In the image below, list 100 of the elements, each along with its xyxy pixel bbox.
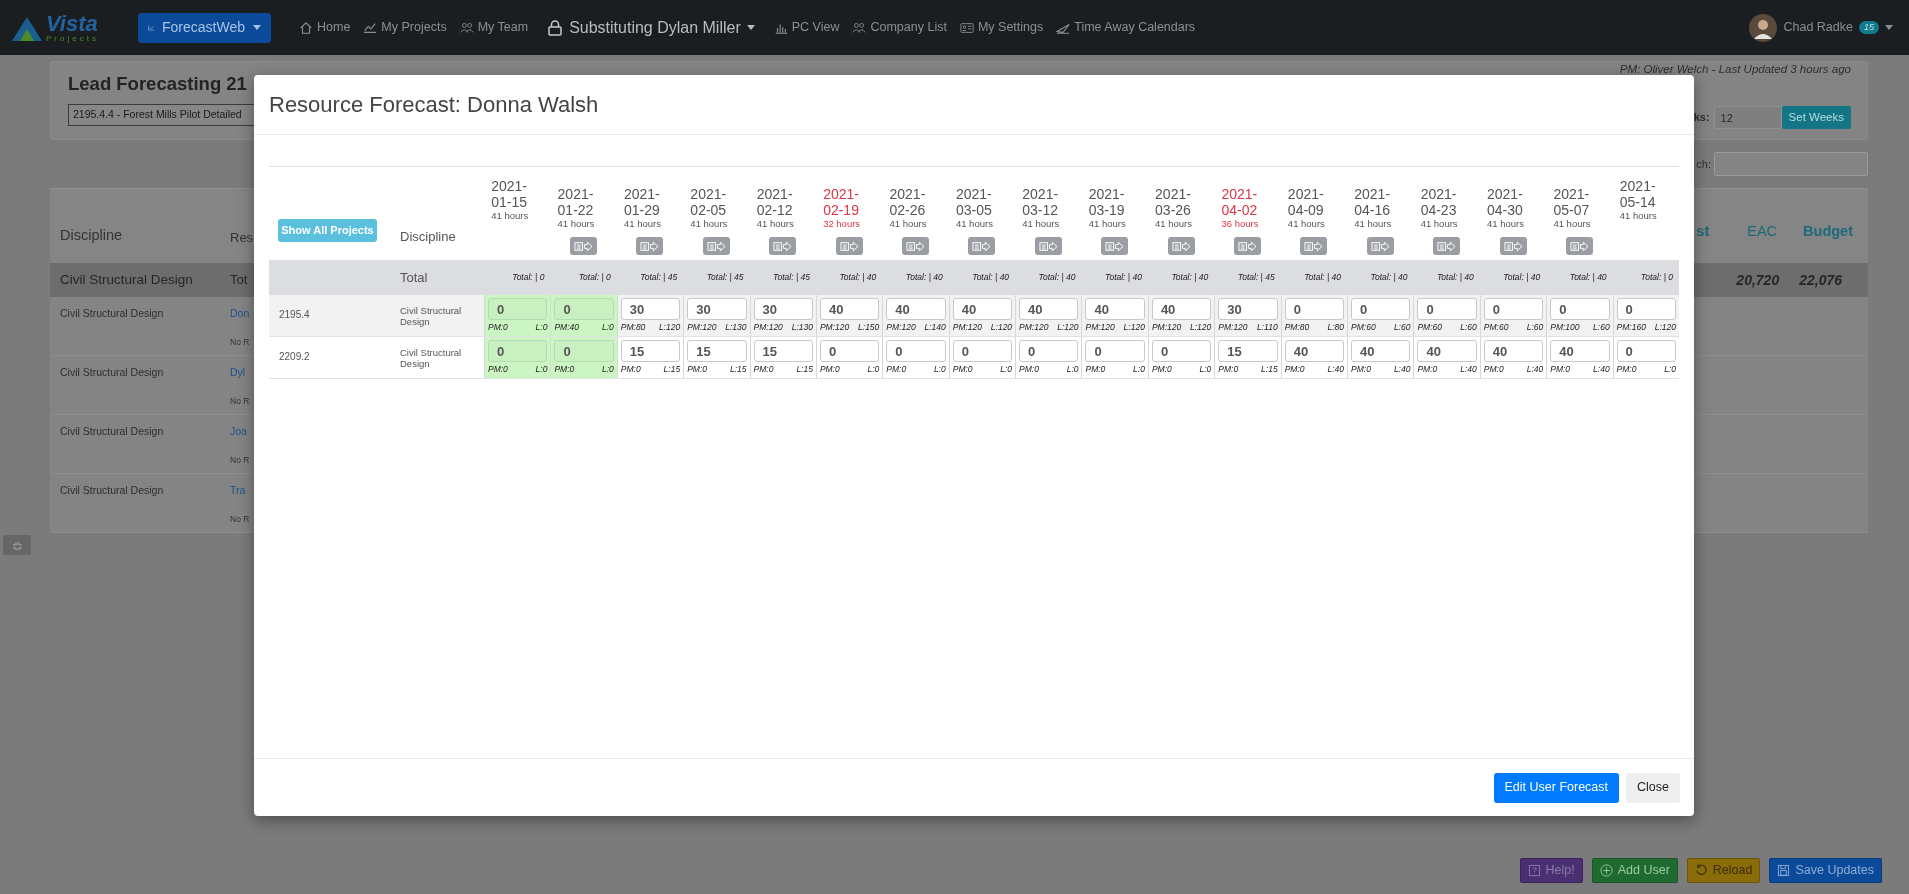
weeks-input[interactable]: 12 xyxy=(1713,106,1782,129)
search-field[interactable] xyxy=(1714,152,1868,176)
hours-input[interactable]: 40 xyxy=(1417,340,1477,362)
hours-input[interactable]: 30 xyxy=(687,298,747,320)
hours-input[interactable]: 40 xyxy=(819,298,880,320)
substitute-menu[interactable]: Substituting Dylan Miller xyxy=(547,15,755,40)
copy-week-button[interactable] xyxy=(570,237,598,255)
hours-input[interactable]: 40 xyxy=(1151,298,1212,320)
copy-week-button[interactable] xyxy=(902,237,929,255)
hours-input[interactable]: 40 xyxy=(1284,340,1345,362)
hours-input[interactable]: 0 xyxy=(1351,298,1411,320)
hours-input[interactable]: 40 xyxy=(952,298,1013,320)
action-button[interactable]: Add User xyxy=(1591,858,1678,883)
week-date: 2021-03-26 xyxy=(1155,186,1192,218)
limit-value: L:60 xyxy=(1393,322,1411,332)
limit-value: L:120 xyxy=(1190,322,1212,332)
weeks-label: ks: xyxy=(1693,110,1710,126)
hours-input[interactable]: 0 xyxy=(554,340,614,362)
week-date: 2021-03-19 xyxy=(1088,186,1126,218)
hours-input[interactable]: 40 xyxy=(886,298,946,320)
hours-input[interactable]: 40 xyxy=(1550,340,1610,362)
hours-input[interactable]: 0 xyxy=(1085,340,1145,362)
pm-value: PM:60 xyxy=(1417,322,1442,332)
week-hours: 41 hours xyxy=(491,210,530,222)
hours-input[interactable]: 40 xyxy=(1351,340,1411,362)
copy-week-button[interactable] xyxy=(1101,237,1129,255)
copy-week-button[interactable] xyxy=(1433,237,1461,255)
week-date: 2021-04-23 xyxy=(1420,186,1458,218)
copy-week-button[interactable] xyxy=(968,237,996,255)
hours-input[interactable]: 0 xyxy=(952,340,1013,362)
hours-input[interactable]: 15 xyxy=(753,340,813,362)
copy-week-button[interactable] xyxy=(835,237,863,255)
nav-link[interactable]: Time Away Calendars xyxy=(1056,18,1196,37)
hours-input[interactable]: 15 xyxy=(687,340,747,362)
copy-week-button[interactable] xyxy=(1233,237,1261,255)
copy-week-button[interactable] xyxy=(1366,237,1394,255)
hours-input[interactable]: 15 xyxy=(620,340,681,362)
nav-link[interactable]: My Team xyxy=(459,18,529,37)
pm-value: PM:0 xyxy=(1151,364,1172,374)
bug-button[interactable] xyxy=(3,535,31,555)
copy-week-button[interactable] xyxy=(1034,237,1062,255)
edit-forecast-button[interactable]: Edit User Forecast xyxy=(1493,772,1620,803)
hours-input[interactable]: 0 xyxy=(1483,298,1544,320)
avatar-icon[interactable] xyxy=(1749,13,1778,42)
hours-input[interactable]: 30 xyxy=(1218,298,1278,320)
nav-link[interactable]: My Projects xyxy=(363,18,447,37)
app-menu-button[interactable]: ForecastWeb xyxy=(138,12,271,43)
hours-input[interactable]: 40 xyxy=(1019,298,1079,320)
copy-week-button[interactable] xyxy=(1300,237,1328,255)
week-total: Total: | 40 xyxy=(1568,271,1608,284)
list-arrow-icon xyxy=(1503,240,1523,252)
copy-week-button[interactable] xyxy=(1499,237,1527,255)
hours-input[interactable]: 30 xyxy=(620,298,681,320)
hours-input[interactable]: 0 xyxy=(1616,340,1676,362)
week-hours: 41 hours xyxy=(623,218,662,230)
hours-input[interactable]: 40 xyxy=(1483,340,1544,362)
limit-value: L:120 xyxy=(1654,322,1676,332)
hours-input[interactable]: 0 xyxy=(1550,298,1610,320)
nav-link[interactable]: Company List xyxy=(852,18,947,37)
week-total: Total: | 0 xyxy=(577,271,612,284)
pm-value: PM:80 xyxy=(1284,322,1310,332)
nav-link[interactable]: Home xyxy=(299,18,351,37)
copy-week-button[interactable] xyxy=(769,237,797,255)
copy-week-button[interactable] xyxy=(1565,237,1593,255)
table-cell-text: Civil Structural Design xyxy=(399,304,463,329)
close-button[interactable]: Close xyxy=(1626,772,1680,803)
hours-input[interactable]: 40 xyxy=(1085,298,1145,320)
hours-input[interactable]: 0 xyxy=(488,340,548,362)
nav-link[interactable]: My Settings xyxy=(959,18,1044,37)
hours-input[interactable]: 15 xyxy=(1218,340,1278,362)
hours-input[interactable]: 0 xyxy=(1616,298,1676,320)
set-weeks-button[interactable]: Set Weeks xyxy=(1781,106,1851,129)
copy-week-button[interactable] xyxy=(636,237,664,255)
copy-week-button[interactable] xyxy=(702,237,730,255)
search-label: ch: xyxy=(1696,156,1711,172)
limit-value: L:40 xyxy=(1593,364,1610,374)
pm-value: PM:120 xyxy=(753,322,783,332)
limit-value: L:80 xyxy=(1327,322,1345,332)
copy-week-button[interactable] xyxy=(1167,237,1195,255)
notification-badge: 15 xyxy=(1859,21,1879,34)
nav-link[interactable]: PC View xyxy=(773,18,840,37)
week-hours: 41 hours xyxy=(690,218,729,230)
action-button[interactable]: Save Updates xyxy=(1769,858,1882,883)
user-name[interactable]: Chad Radke xyxy=(1783,18,1853,37)
pm-value: PM:0 xyxy=(1351,364,1371,374)
hours-input[interactable]: 30 xyxy=(753,298,813,320)
hours-input[interactable]: 0 xyxy=(554,298,614,320)
limit-value: L:150 xyxy=(858,322,880,332)
hours-input[interactable]: 0 xyxy=(1151,340,1212,362)
limit-value: L:0 xyxy=(1000,364,1013,374)
week-total: Total: | 45 xyxy=(639,271,679,284)
hours-input[interactable]: 0 xyxy=(1417,298,1477,320)
table-cell-text: 2195.4 xyxy=(278,308,311,322)
week-total: Total: | 40 xyxy=(1369,271,1409,284)
hours-input[interactable]: 0 xyxy=(1019,340,1079,362)
week-total: Total: | 40 xyxy=(1303,271,1343,284)
hours-input[interactable]: 0 xyxy=(886,340,946,362)
hours-input[interactable]: 0 xyxy=(488,298,548,320)
hours-input[interactable]: 0 xyxy=(1284,298,1345,320)
hours-input[interactable]: 0 xyxy=(819,340,880,362)
